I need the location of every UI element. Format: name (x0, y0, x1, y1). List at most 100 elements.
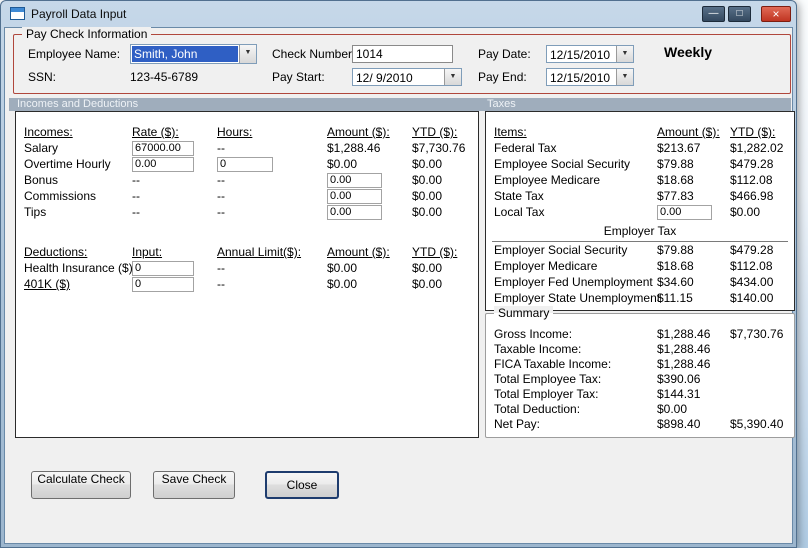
chevron-down-icon[interactable]: ▼ (239, 45, 256, 63)
col-ytd: YTD ($): (730, 125, 776, 139)
row-label: Health Insurance ($) (24, 261, 133, 275)
window-title: Payroll Data Input (31, 7, 127, 21)
deduction-row-401k: 401K ($) -- $0.00 $0.00 (16, 276, 478, 292)
paycheck-group-title: Pay Check Information (22, 27, 152, 41)
calculate-check-button[interactable]: Calculate Check (31, 471, 131, 499)
chevron-down-icon[interactable]: ▼ (616, 69, 633, 85)
tips-amount-input[interactable] (327, 204, 382, 220)
chevron-down-icon[interactable]: ▼ (616, 46, 633, 62)
taxes-panel: Items: Amount ($): YTD ($): Federal Tax … (485, 111, 795, 311)
row-label: Total Employee Tax: (494, 371, 602, 386)
commissions-hours: -- (217, 189, 225, 203)
col-amount: Amount ($): (657, 125, 720, 139)
row-label: Salary (24, 141, 59, 155)
salary-ytd: $7,730.76 (412, 141, 466, 155)
col-ytd: YTD ($): (412, 125, 458, 139)
employee-name-value: Smith, John (132, 46, 238, 62)
fica-amount: $1,288.46 (657, 356, 711, 371)
net-pay-amount: $898.40 (657, 416, 701, 431)
employer-fed-unemp-ytd: $434.00 (730, 275, 774, 289)
overtime-rate-input[interactable] (132, 156, 194, 172)
tax-row-employer-fed-unemployment: Employer Fed Unemployment $34.60 $434.00 (486, 274, 794, 290)
employer-state-unemp-amount: $11.15 (657, 291, 693, 305)
deduction-column-headers: Deductions: Input: Annual Limit($): Amou… (16, 244, 478, 260)
row-label: Net Pay: (494, 416, 541, 431)
col-ytd: YTD ($): (412, 245, 458, 259)
state-tax-ytd: $466.98 (730, 189, 774, 203)
federal-ytd: $1,282.02 (730, 141, 784, 155)
health-insurance-input[interactable] (132, 260, 194, 276)
federal-amount: $213.67 (657, 141, 701, 155)
pay-start-picker[interactable]: 12/ 9/2010 ▼ (352, 68, 462, 86)
col-amount: Amount ($): (327, 125, 390, 139)
col-hours: Hours: (217, 125, 253, 139)
employer-ss-amount: $79.88 (657, 243, 694, 257)
pay-end-label: Pay End: (478, 70, 527, 84)
maximize-button[interactable]: □ (728, 6, 751, 22)
pay-frequency-label: Weekly (664, 44, 712, 60)
bonus-ytd: $0.00 (412, 173, 443, 187)
employee-ss-ytd: $479.28 (730, 157, 774, 171)
employee-ss-amount: $79.88 (657, 157, 694, 171)
row-label: Local Tax (494, 205, 545, 219)
employee-name-combobox[interactable]: Smith, John ▼ (130, 44, 257, 64)
deduction-row-health-insurance: Health Insurance ($) -- $0.00 $0.00 (16, 260, 478, 276)
row-label: Taxable Income: (494, 341, 582, 356)
total-employer-tax: $144.31 (657, 386, 701, 401)
summary-row-employer-tax: Total Employer Tax: $144.31 (486, 386, 794, 401)
section-header-band: Incomes and Deductions Taxes (9, 98, 791, 111)
ssn-label: SSN: (28, 70, 57, 84)
tax-row-employer-ss: Employer Social Security $79.88 $479.28 (486, 242, 794, 258)
taxable-amount: $1,288.46 (657, 341, 711, 356)
summary-group-title: Summary (494, 306, 554, 320)
401k-input[interactable] (132, 276, 194, 292)
income-row-tips: Tips -- -- $0.00 (16, 204, 478, 220)
summary-group: Summary Gross Income: $1,288.46 $7,730.7… (485, 306, 795, 438)
employer-ss-ytd: $479.28 (730, 243, 774, 257)
row-label: 401K ($) (24, 277, 71, 291)
taxes-section-header: Taxes (487, 98, 516, 110)
save-check-button[interactable]: Save Check (153, 471, 235, 499)
health-insurance-limit: -- (217, 261, 225, 275)
summary-row-deduction: Total Deduction: $0.00 (486, 401, 794, 416)
commissions-rate: -- (132, 189, 140, 203)
summary-row-gross: Gross Income: $1,288.46 $7,730.76 (486, 326, 794, 341)
close-window-button[interactable]: × (761, 6, 791, 22)
employer-medicare-ytd: $112.08 (730, 259, 773, 273)
chevron-down-icon[interactable]: ▼ (444, 69, 461, 85)
row-label: Total Deduction: (494, 401, 581, 416)
row-label: Federal Tax (494, 141, 557, 155)
commissions-amount-input[interactable] (327, 188, 382, 204)
check-number-input[interactable] (352, 45, 453, 63)
income-row-commissions: Commissions -- -- $0.00 (16, 188, 478, 204)
summary-row-fica: FICA Taxable Income: $1,288.46 (486, 356, 794, 371)
401k-limit: -- (217, 277, 225, 291)
row-label: State Tax (494, 189, 544, 203)
summary-row-employee-tax: Total Employee Tax: $390.06 (486, 371, 794, 386)
ssn-value: 123-45-6789 (130, 70, 199, 84)
incomes-section-header: Incomes and Deductions (17, 98, 139, 110)
col-items: Items: (494, 125, 527, 139)
local-tax-input[interactable] (657, 204, 712, 220)
pay-date-picker[interactable]: 12/15/2010 ▼ (546, 45, 634, 63)
bonus-hours: -- (217, 173, 225, 187)
bonus-amount-input[interactable] (327, 172, 382, 188)
salary-amount: $1,288.46 (327, 141, 381, 155)
row-label: Employee Social Security (494, 157, 631, 171)
tax-row-state: State Tax $77.83 $466.98 (486, 188, 794, 204)
overtime-hours-input[interactable] (217, 156, 273, 172)
income-row-overtime: Overtime Hourly $0.00 $0.00 (16, 156, 478, 172)
income-column-headers: Incomes: Rate ($): Hours: Amount ($): YT… (16, 124, 478, 140)
commissions-ytd: $0.00 (412, 189, 443, 203)
tax-row-employee-medicare: Employee Medicare $18.68 $112.08 (486, 172, 794, 188)
close-button[interactable]: Close (265, 471, 339, 499)
salary-rate-input[interactable] (132, 140, 194, 156)
net-pay-ytd: $5,390.40 (730, 416, 784, 431)
pay-start-value: 12/ 9/2010 (356, 71, 413, 85)
pay-end-picker[interactable]: 12/15/2010 ▼ (546, 68, 634, 86)
employee-medicare-amount: $18.68 (657, 173, 694, 187)
title-bar[interactable]: Payroll Data Input — □ × (1, 1, 796, 27)
minimize-button[interactable]: — (702, 6, 725, 22)
401k-amount: $0.00 (327, 277, 358, 291)
row-label: FICA Taxable Income: (494, 356, 612, 371)
